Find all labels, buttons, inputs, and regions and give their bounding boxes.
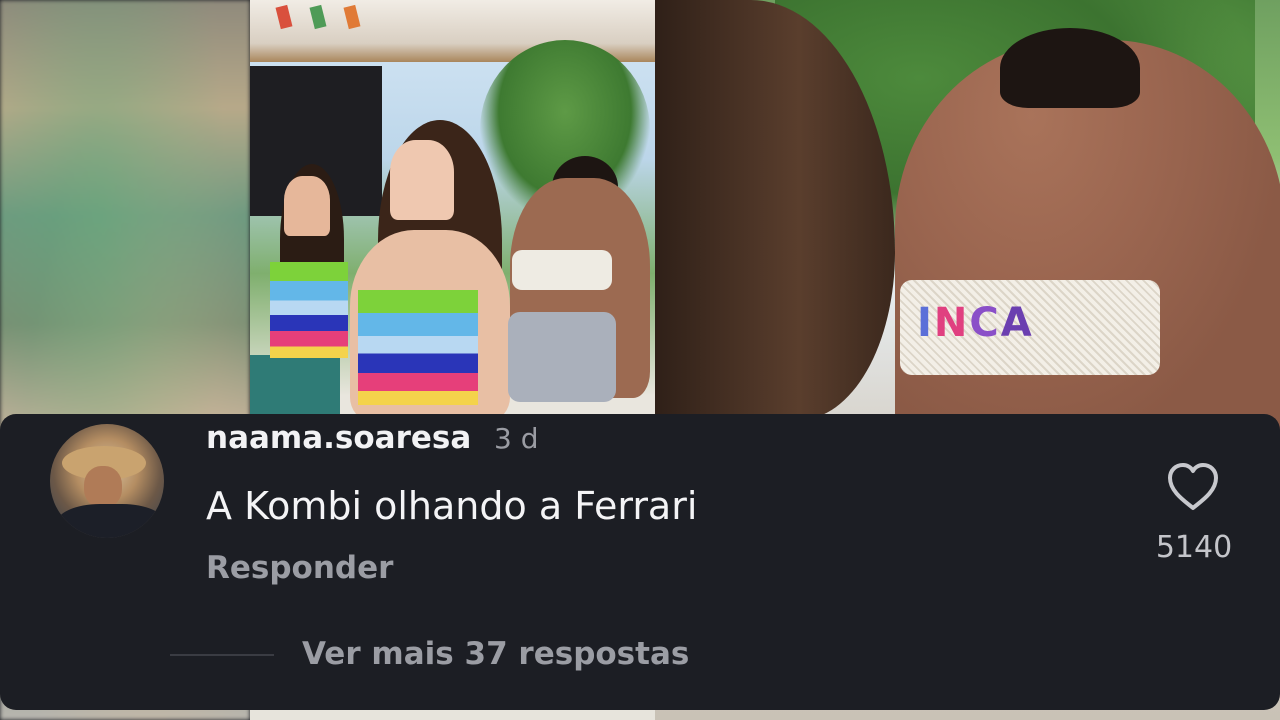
reply-button[interactable]: Responder (206, 550, 393, 586)
striped-dress (270, 262, 348, 358)
comment-timestamp: 3 d (494, 422, 539, 455)
replies-divider (170, 654, 274, 656)
user-avatar[interactable] (50, 424, 164, 538)
crochet-top (512, 250, 612, 290)
person-face (390, 140, 454, 220)
comment-text: A Kombi olhando a Ferrari (206, 484, 698, 528)
pool (250, 355, 340, 415)
heart-outline-icon[interactable] (1166, 462, 1220, 512)
person-face (284, 176, 330, 236)
shirt-shape (56, 504, 164, 538)
crochet-top-pattern: INCA (917, 300, 1034, 346)
striped-dress (358, 290, 478, 405)
like-count: 5140 (1155, 530, 1233, 565)
person-hair (1000, 28, 1140, 108)
shorts (508, 312, 616, 402)
view-more-replies-button[interactable]: Ver mais 37 respostas (302, 636, 689, 672)
face-shape (84, 466, 122, 508)
comment-username[interactable]: naama.soaresa (206, 420, 471, 456)
